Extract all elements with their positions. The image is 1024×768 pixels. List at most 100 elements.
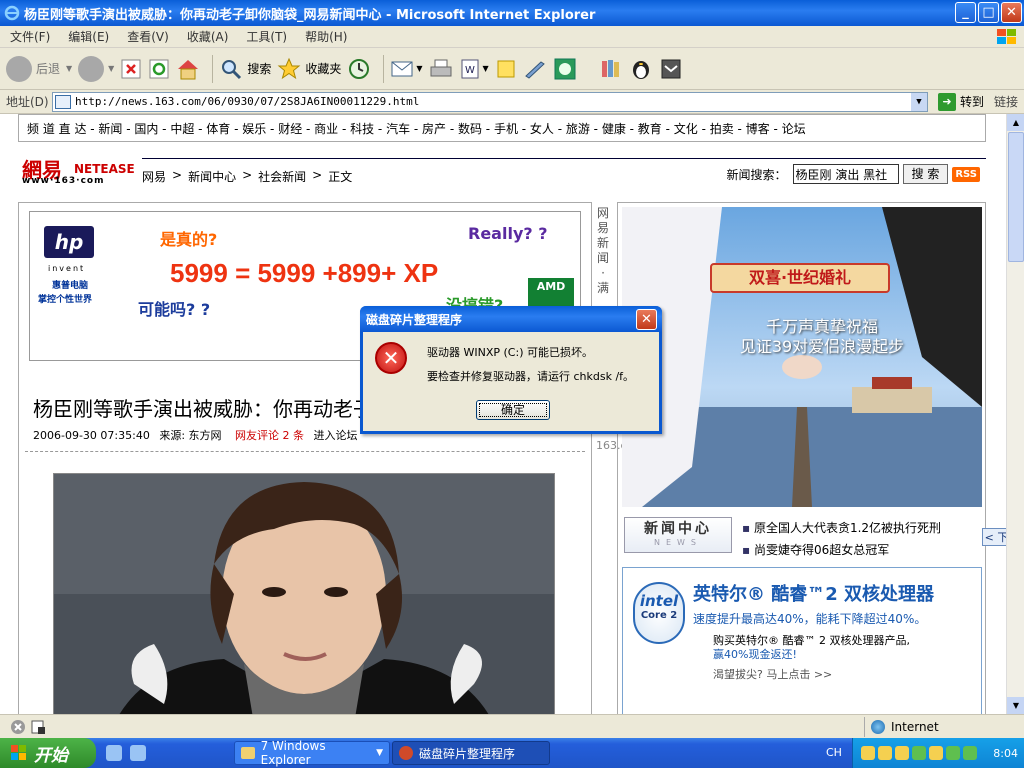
windows-logo-icon	[997, 29, 1016, 44]
ie-quicklaunch-icon[interactable]	[130, 745, 146, 761]
ad-formula: 5999 = 5999 +899+ XP	[170, 258, 439, 288]
address-dropdown-icon[interactable]: ▼	[911, 92, 927, 111]
task-windows-explorer[interactable]: 7 Windows Explorer ▼	[234, 739, 390, 767]
task-defragmenter[interactable]: 磁盘碎片整理程序	[392, 741, 550, 765]
news-item[interactable]: 原全国人大代表贪1.2亿被执行死刑	[742, 519, 941, 536]
security-tray-icon[interactable]	[946, 746, 960, 760]
task-group-dropdown-icon[interactable]: ▼	[376, 748, 383, 758]
messenger-quicklaunch-icon[interactable]	[106, 745, 122, 761]
task-label: 7 Windows Explorer	[260, 739, 326, 767]
news-search-label: 新闻搜索：	[726, 167, 787, 182]
status-bar: Internet	[0, 714, 1024, 738]
crumb-sep: >	[242, 168, 253, 182]
title-bar[interactable]: 杨臣刚等歌手演出被威胁：你再动老子卸你脑袋_网易新闻中心 - Microsoft…	[0, 0, 1024, 26]
links-button[interactable]: 链接	[994, 93, 1018, 110]
intel-advertisement[interactable]: intel Core 2 英特尔® 酷睿™2 双核处理器 速度提升最高达40%，…	[622, 567, 982, 714]
wedding-advertisement[interactable]: 双喜·世纪婚礼 千万声真挚祝福 见证39对爱侣浪漫起步	[622, 207, 982, 507]
language-indicator[interactable]: CH	[826, 746, 842, 759]
home-button[interactable]	[176, 53, 200, 85]
qq-tray-icon[interactable]	[861, 746, 875, 760]
box-button[interactable]	[659, 53, 683, 85]
news-center-en: NEWS	[653, 538, 703, 547]
web-link-button[interactable]	[553, 53, 577, 85]
qq-button[interactable]	[629, 53, 653, 85]
news-center-title: 新闻中心	[644, 521, 712, 537]
system-tray: 8:04	[852, 738, 1024, 768]
refresh-button[interactable]	[148, 53, 170, 85]
menu-tools[interactable]: 工具(T)	[246, 28, 287, 45]
home-icon	[178, 59, 199, 79]
vertical-scrollbar[interactable]: ▲ ▼	[1006, 114, 1024, 714]
news-item[interactable]: 尚雯婕夺得06超女总冠军	[742, 541, 941, 558]
search-button[interactable]: 搜索	[219, 53, 271, 85]
article-meta: 2006-09-30 07:35:40 来源: 东方网 网友评论 2 条 进入论…	[33, 427, 358, 443]
crumb-netease[interactable]: 网易	[142, 168, 166, 185]
breadcrumb: 网易 > 新闻中心 > 社会新闻 > 正文	[142, 168, 352, 185]
comments-link[interactable]: 网友评论 2 条	[235, 429, 304, 442]
edit-button[interactable]: W ▼	[459, 53, 489, 85]
menu-edit[interactable]: 编辑(E)	[68, 28, 109, 45]
news-center-badge[interactable]: 新闻中心 NEWS	[624, 517, 732, 553]
scroll-thumb[interactable]	[1008, 132, 1024, 262]
crumb-social[interactable]: 社会新闻	[258, 168, 306, 185]
forward-button[interactable]: ▼	[78, 53, 114, 85]
volume-tray-icon[interactable]	[929, 746, 943, 760]
dialog-close-button[interactable]: ✕	[636, 309, 657, 330]
network-tray-icon[interactable]	[912, 746, 926, 760]
minimize-button[interactable]: _	[955, 2, 976, 23]
history-button[interactable]	[347, 53, 371, 85]
ie-icon	[4, 5, 20, 21]
menu-favorites[interactable]: 收藏(A)	[187, 28, 229, 45]
print-button[interactable]	[429, 53, 453, 85]
close-button[interactable]: ✕	[1001, 2, 1022, 23]
forward-dropdown-icon[interactable]: ▼	[108, 64, 114, 73]
menu-help[interactable]: 帮助(H)	[305, 28, 347, 45]
antivirus-tray-icon[interactable]	[963, 746, 977, 760]
mail-dropdown-icon[interactable]: ▼	[416, 64, 422, 73]
dialog-title: 磁盘碎片整理程序	[366, 312, 463, 327]
crumb-news-center[interactable]: 新闻中心	[188, 168, 236, 185]
rss-icon[interactable]: RSS	[952, 166, 980, 182]
toolbar-separator	[383, 54, 385, 83]
intel-subline: 速度提升最高达40%，能耗下降超过40%。	[693, 612, 927, 626]
news-search-button[interactable]: 搜 索	[902, 164, 949, 184]
dialog-title-bar[interactable]: 磁盘碎片整理程序	[360, 306, 662, 332]
address-url: http://news.163.com/06/0930/07/2S8JA6IN0…	[75, 95, 420, 108]
favorites-button[interactable]: 收藏夹	[277, 53, 341, 85]
news-search-input[interactable]	[792, 164, 899, 184]
netease-logo[interactable]: 網易 NETEASE www·163·com	[22, 154, 135, 190]
research-button[interactable]	[599, 53, 623, 85]
start-button[interactable]: 开始	[0, 738, 96, 768]
windows-flag-icon	[11, 745, 26, 760]
forum-link[interactable]: 进入论坛	[314, 429, 358, 442]
maximize-button[interactable]: □	[978, 2, 999, 23]
user-tray-icon[interactable]	[895, 746, 909, 760]
edit-dropdown-icon[interactable]: ▼	[483, 64, 489, 73]
mail-button[interactable]: ▼	[390, 53, 423, 85]
qq-tray-icon[interactable]	[878, 746, 892, 760]
article-photo	[53, 473, 555, 714]
scroll-down-icon[interactable]: ▼	[1007, 697, 1024, 714]
channel-links[interactable]: 频 道 直 达 - 新闻 - 国内 - 中超 - 体育 - 娱乐 - 财经 - …	[27, 120, 806, 137]
back-dropdown-icon[interactable]: ▼	[66, 64, 72, 73]
stop-button[interactable]	[120, 53, 142, 85]
go-button[interactable]: ➜ 转到	[934, 92, 984, 111]
address-input[interactable]: http://news.163.com/06/0930/07/2S8JA6IN0…	[52, 91, 928, 112]
discuss-button[interactable]	[495, 53, 517, 85]
defrag-icon	[399, 746, 413, 760]
messenger-button[interactable]	[523, 53, 547, 85]
back-button[interactable]: 后退 ▼	[6, 53, 72, 85]
intel-more-link[interactable]: 渴望拔尖? 马上点击 >>	[713, 666, 832, 682]
search-icon	[222, 59, 242, 79]
scroll-up-icon[interactable]: ▲	[1007, 114, 1024, 131]
menu-file[interactable]: 文件(F)	[10, 28, 50, 45]
article-date: 2006-09-30 07:35:40	[33, 429, 150, 442]
menu-view[interactable]: 查看(V)	[127, 28, 169, 45]
ad-question-1: 是真的?	[160, 230, 218, 249]
ie-window: 杨臣刚等歌手演出被威胁：你再动老子卸你脑袋_网易新闻中心 - Microsoft…	[0, 0, 1024, 768]
header-divider	[142, 158, 986, 159]
quick-launch	[106, 745, 146, 761]
books-icon	[601, 59, 619, 77]
toolbar-separator	[212, 54, 214, 83]
ok-button[interactable]: 确定	[476, 400, 550, 420]
